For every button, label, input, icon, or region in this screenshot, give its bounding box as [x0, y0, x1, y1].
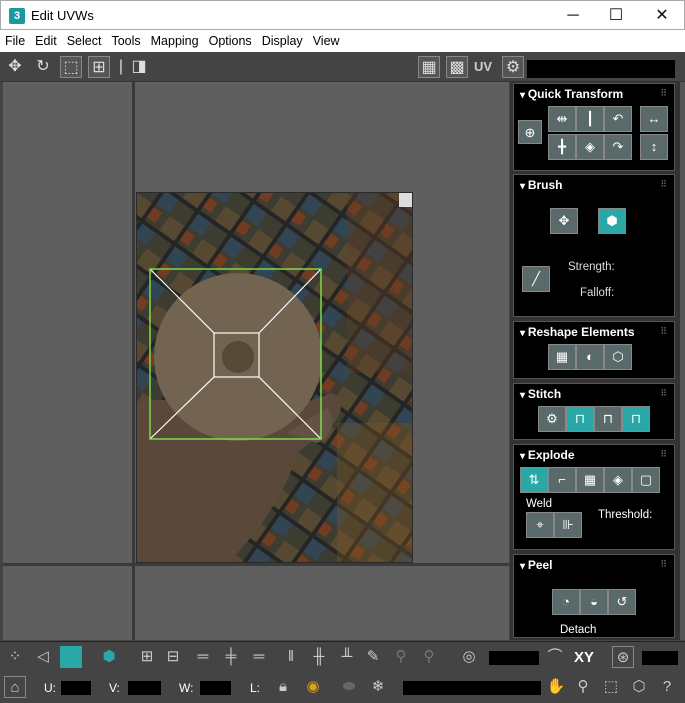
ring-shrink-icon[interactable]: ╨	[336, 646, 358, 668]
stitch-average-icon[interactable]: ⊓	[594, 406, 622, 432]
loop-shrink-icon[interactable]: ═	[248, 646, 270, 668]
world-space-icon[interactable]: ⊛	[612, 646, 634, 668]
rollout-title[interactable]: Peel	[520, 558, 553, 572]
loop-grow-icon[interactable]: ╪	[220, 646, 242, 668]
shrink-select-icon[interactable]: ⊟	[162, 646, 184, 668]
detach-explode-icon[interactable]: ◈	[604, 467, 632, 493]
grip-icon: ⠿	[660, 559, 668, 569]
zoom-extents-icon[interactable]: ⬡	[628, 676, 650, 698]
space-horizontal-icon[interactable]: ↔	[640, 106, 668, 132]
stitch-target-icon[interactable]: ⊓	[622, 406, 650, 432]
rotate-cw-icon[interactable]: ↷	[604, 134, 632, 160]
loop-select-icon[interactable]: ═	[192, 646, 214, 668]
brush-falloff-icon[interactable]: ╱	[522, 266, 550, 292]
uv-wireframe	[149, 268, 322, 440]
straighten-icon[interactable]: ◈	[576, 134, 604, 160]
detach-label: Detach	[560, 624, 597, 636]
pan-icon[interactable]: ✋	[545, 676, 567, 698]
element-select-icon[interactable]: ⬢	[98, 646, 120, 668]
align-center-icon[interactable]: ╋	[548, 134, 576, 160]
paint-shrink-icon[interactable]: ⚲	[418, 646, 440, 668]
rollout-brush: Brush ⠿ ✥ ⬢ ╱ Strength: Falloff:	[513, 174, 675, 317]
rollout-explode: Explode ⠿ ⇅ ⌐ ▦ ◈ ▢ Weld Threshold: ⌖ ⊪	[513, 444, 675, 550]
rollout-panel: Quick Transform ⠿ ⊕ ⇹ ┃ ↶ ↔ ╋ ◈ ↷ ↕ Brus…	[510, 82, 680, 640]
explode-icon[interactable]: ⇅	[520, 467, 548, 493]
help-icon[interactable]: ?	[656, 676, 678, 698]
grip-icon: ⠿	[660, 388, 668, 398]
soft-select-value[interactable]	[489, 651, 539, 665]
xy-label[interactable]: XY	[574, 649, 594, 666]
flatten-icon[interactable]: ⬡	[604, 344, 632, 370]
weld-target-icon[interactable]: ⊪	[554, 512, 582, 538]
rollout-quick-transform: Quick Transform ⠿ ⊕ ⇹ ┃ ↶ ↔ ╋ ◈ ↷ ↕	[513, 83, 675, 171]
falloff-label: Falloff:	[580, 287, 615, 299]
l-label: L:	[250, 681, 261, 695]
rollout-title[interactable]: Quick Transform	[520, 87, 623, 101]
grip-icon: ⠿	[660, 179, 668, 189]
space-vertical-icon[interactable]: ↕	[640, 134, 668, 160]
vertex-select-icon[interactable]: ⁘	[4, 646, 26, 668]
grip-icon: ⠿	[660, 326, 668, 336]
rollout-reshape-elements: Reshape Elements ⠿ ▦ ◐ ⬡	[513, 321, 675, 379]
rollout-title[interactable]: Brush	[520, 178, 563, 192]
hide-icon[interactable]: ⬬	[338, 676, 360, 698]
ring-grow-icon[interactable]: ╫	[308, 646, 330, 668]
paint-grow-icon[interactable]: ⚲	[390, 646, 412, 668]
grip-icon: ⠿	[660, 88, 668, 98]
transform-icon[interactable]: ⊕	[518, 120, 542, 144]
v-field[interactable]	[128, 681, 161, 695]
rollout-title[interactable]: Stitch	[520, 387, 561, 401]
rollout-peel: Peel ⠿ ◔ ◒ ↺ Detach	[513, 554, 675, 638]
threshold-label: Threshold:	[598, 509, 653, 521]
split-icon[interactable]: ▦	[576, 467, 604, 493]
rotate-ccw-icon[interactable]: ↶	[604, 106, 632, 132]
strength-label: Strength:	[568, 261, 615, 273]
lock-icon[interactable]: 🔒︎	[272, 676, 294, 698]
ring-select-icon[interactable]: ‖	[280, 646, 302, 668]
zoom-region-icon[interactable]: ⬚	[600, 676, 622, 698]
align-horizontal-icon[interactable]: ⇹	[548, 106, 576, 132]
bottom-toolbar: ⁘ ◁ ⬢ ⊞ ⊟ ═ ╪ ═ ‖ ╫ ╨ ✎ ⚲ ⚲ ◎ ⌒ XY ⊛	[0, 641, 685, 672]
absolute-mode-icon[interactable]: ⌂	[4, 676, 26, 698]
grid-reshape-icon[interactable]: ▦	[548, 344, 576, 370]
reset-peel-icon[interactable]: ↺	[608, 589, 636, 615]
filter-field[interactable]	[403, 681, 541, 695]
paint-move-icon[interactable]: ✥	[550, 208, 578, 234]
flip-icon[interactable]: ▢	[632, 467, 660, 493]
stitch-source-icon[interactable]: ⊓	[566, 406, 594, 432]
break-icon[interactable]: ⌐	[548, 467, 576, 493]
u-label: U:	[44, 681, 56, 695]
w-label: W:	[179, 681, 194, 695]
v-label: V:	[109, 681, 120, 695]
peel-mode-icon[interactable]: ◒	[580, 589, 608, 615]
panel-scrollbar[interactable]	[680, 82, 685, 640]
weld-selected-icon[interactable]: ⌖	[526, 512, 554, 538]
face-select-icon[interactable]	[60, 646, 82, 668]
falloff-curve-icon[interactable]: ⌒	[544, 646, 566, 668]
quick-peel-icon[interactable]: ◔	[552, 589, 580, 615]
zoom-icon[interactable]: ⚲	[572, 676, 594, 698]
rollout-title[interactable]: Reshape Elements	[520, 325, 635, 339]
grip-icon: ⠿	[660, 449, 668, 459]
u-field[interactable]	[61, 681, 91, 695]
soft-select-icon[interactable]: ◎	[458, 646, 480, 668]
rollout-title[interactable]: Explode	[520, 448, 575, 462]
relax-icon[interactable]: ◐	[576, 344, 604, 370]
w-field[interactable]	[200, 681, 231, 695]
freeze-icon[interactable]: ❄	[367, 676, 389, 698]
show-hidden-icon[interactable]: ◉	[302, 676, 324, 698]
rollout-stitch: Stitch ⠿ ⚙ ⊓ ⊓ ⊓	[513, 383, 675, 440]
grow-select-icon[interactable]: ⊞	[136, 646, 158, 668]
edge-select-icon[interactable]: ◁	[32, 646, 54, 668]
relax-brush-icon[interactable]: ⬢	[598, 208, 626, 234]
align-vertical-icon[interactable]: ┃	[576, 106, 604, 132]
paint-select-icon[interactable]: ✎	[362, 646, 384, 668]
stitch-custom-icon[interactable]: ⚙	[538, 406, 566, 432]
status-toolbar: ⌂ U: V: W: L: 🔒︎ ◉ ⬬ ❄ ✋ ⚲ ⬚ ⬡ ?	[0, 672, 685, 703]
weld-label: Weld	[526, 498, 552, 510]
pixel-snap-value[interactable]	[642, 651, 678, 665]
